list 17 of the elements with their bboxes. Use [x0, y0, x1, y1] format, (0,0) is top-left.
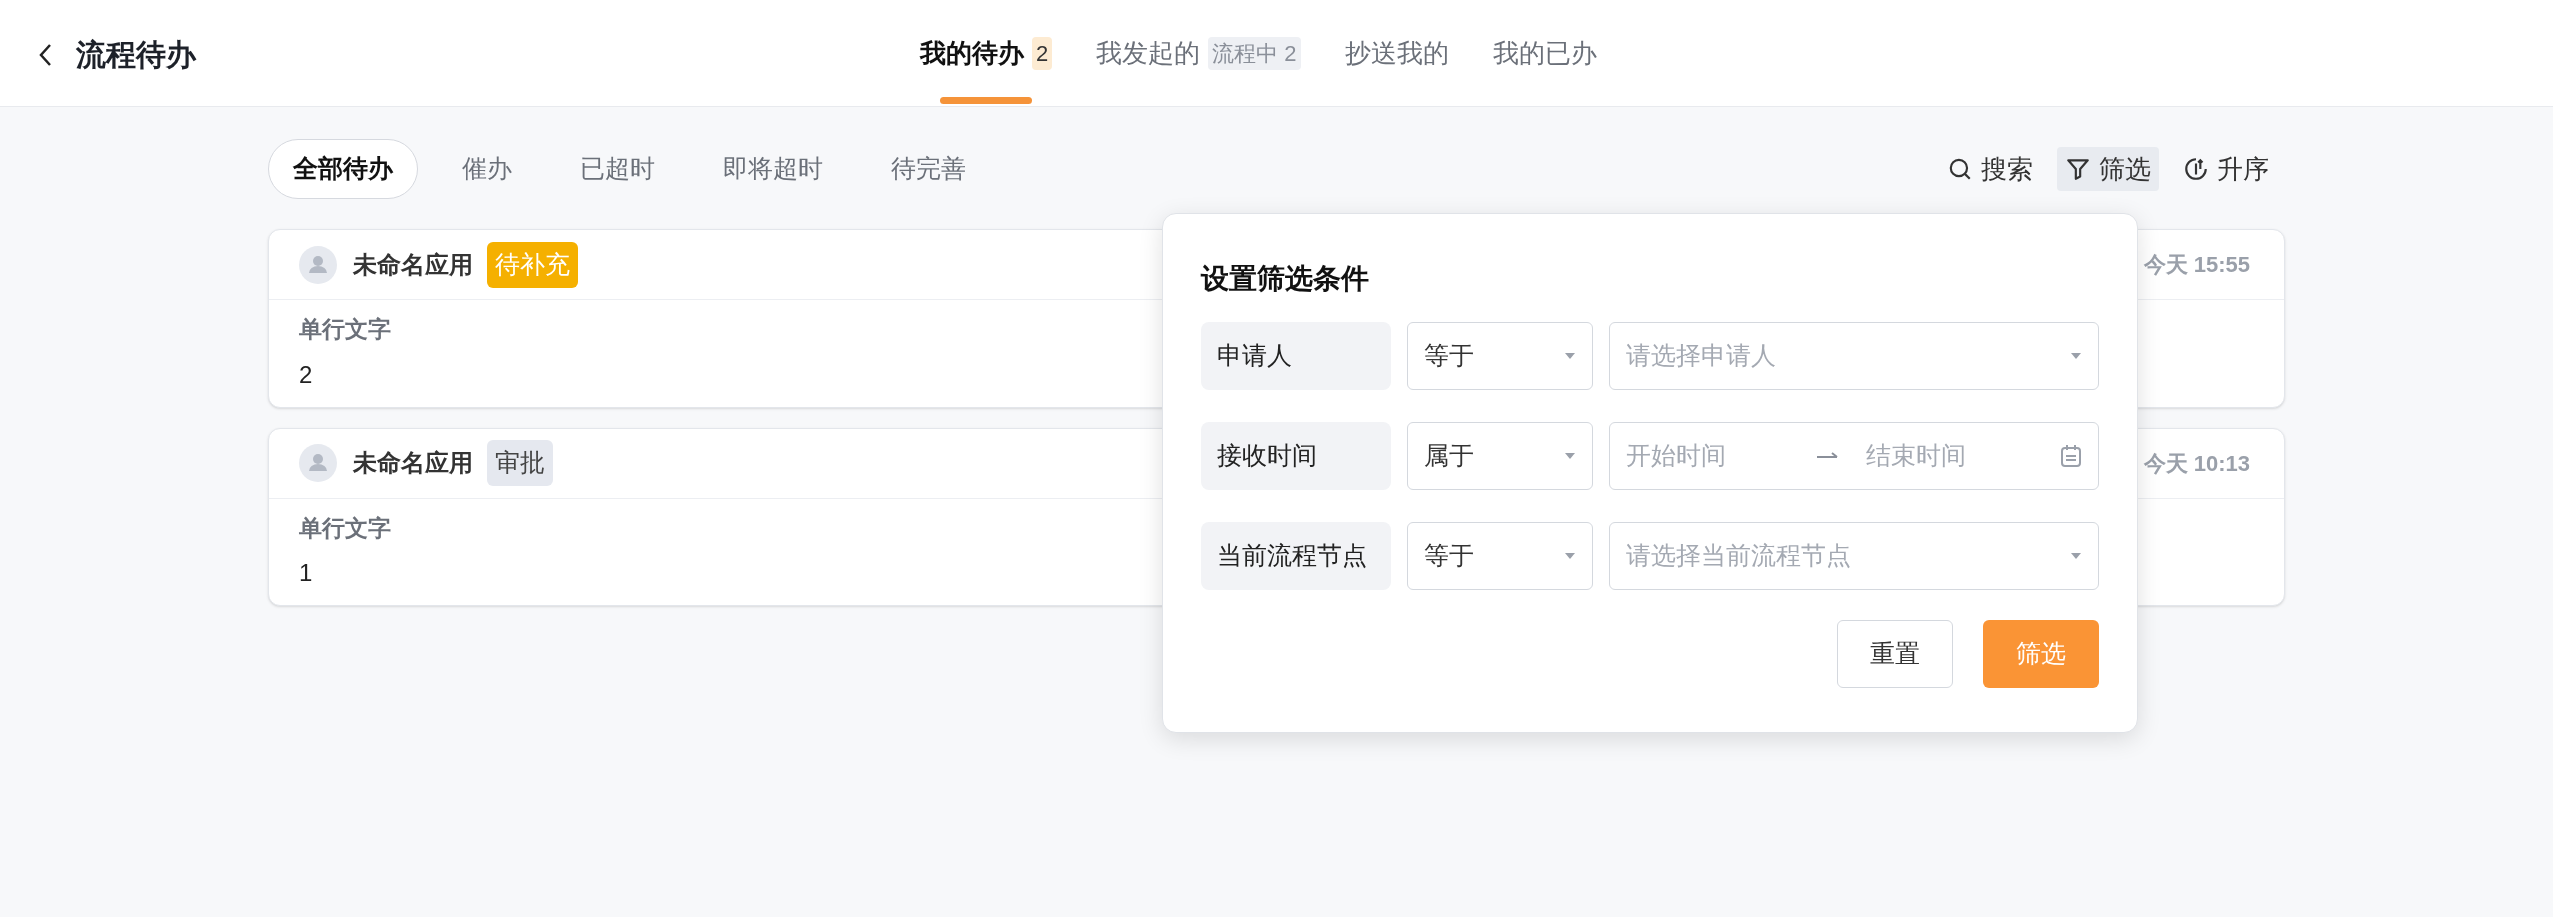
condition-label: 申请人 [1201, 322, 1391, 390]
condition-label: 接收时间 [1201, 422, 1391, 490]
tab-badge: 2 [1032, 36, 1053, 70]
field-value: 2 [299, 359, 313, 390]
tab-badge: 流程中 2 [1208, 36, 1301, 70]
status-tag: 待补充 [487, 241, 578, 288]
page-title: 流程待办 [76, 37, 196, 73]
condition-label: 当前流程节点 [1201, 522, 1391, 590]
app-name: 未命名应用 [353, 448, 473, 478]
time-text: 今天 15:55 [2143, 251, 2250, 279]
app-name: 未命名应用 [353, 249, 473, 280]
field-label: 单行文字 [299, 315, 391, 344]
time-text: 今天 10:13 [2143, 449, 2250, 478]
field-label: 单行文字 [299, 513, 391, 543]
status-tag: 审批 [487, 440, 553, 486]
field-value: 1 [299, 558, 313, 588]
popup-title: 设置筛选条件 [1201, 262, 1370, 296]
